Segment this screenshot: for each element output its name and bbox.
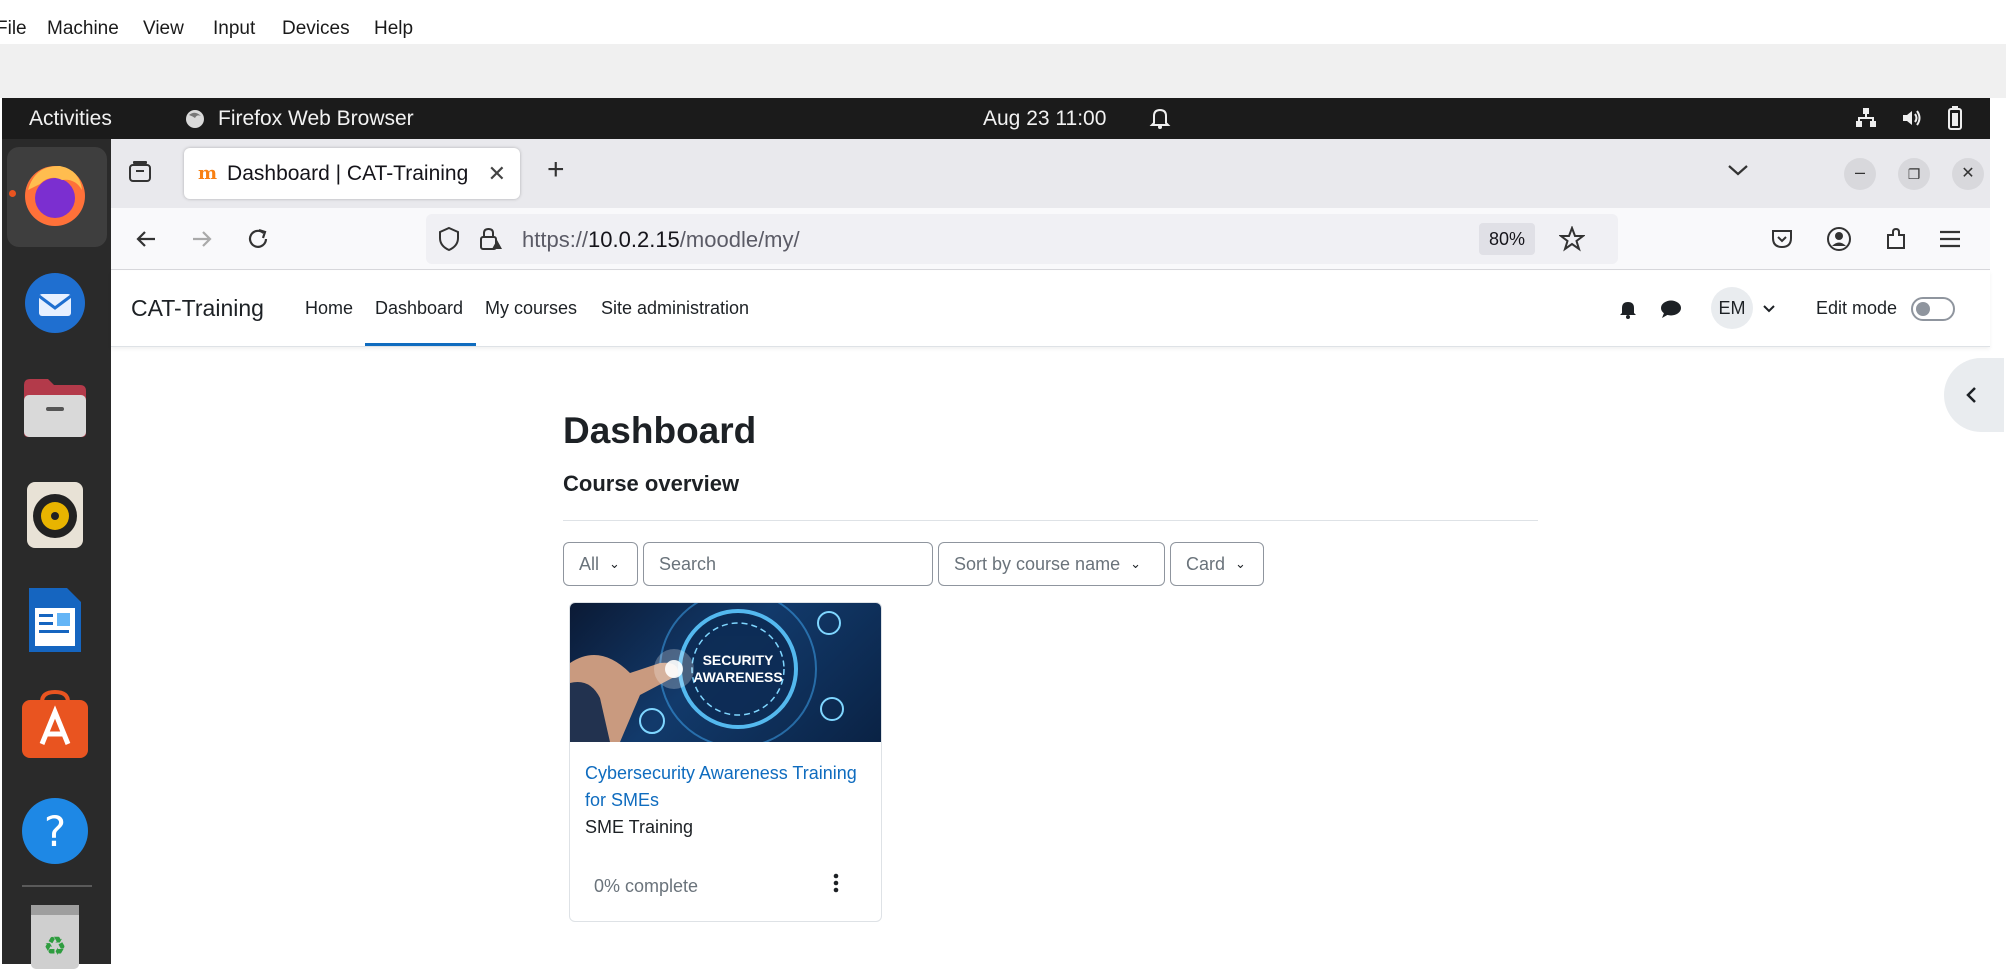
chevron-down-icon: ⌄ xyxy=(1130,556,1141,571)
trash-icon[interactable]: ♻ xyxy=(18,897,92,971)
grouping-dropdown[interactable]: All ⌄ xyxy=(563,542,638,586)
sort-dropdown[interactable]: Sort by course name ⌄ xyxy=(938,542,1165,586)
firefox-small-icon xyxy=(186,110,204,128)
search-input[interactable]: Search xyxy=(643,542,933,586)
hamburger-menu-icon[interactable] xyxy=(1938,228,1962,250)
writer-icon[interactable] xyxy=(18,583,92,657)
dock-separator xyxy=(22,885,92,887)
sort-value: Sort by course name xyxy=(954,553,1121,574)
chevron-left-icon xyxy=(1966,387,1976,403)
edit-mode-label: Edit mode xyxy=(1816,298,1898,318)
back-icon[interactable] xyxy=(134,227,158,251)
view-dropdown[interactable]: Card ⌄ xyxy=(1170,542,1264,586)
browser-tabstrip: m Dashboard | CAT-Training ✕ + – ❐ ✕ xyxy=(111,139,1990,208)
block-drawer-toggle[interactable] xyxy=(1944,358,2004,432)
forward-icon[interactable] xyxy=(190,227,214,251)
system-tray[interactable] xyxy=(1854,106,1964,130)
rhythmbox-icon[interactable] xyxy=(18,478,92,552)
clock[interactable]: Aug 23 11:00 xyxy=(983,107,1106,131)
close-window-icon[interactable]: ✕ xyxy=(1952,158,1984,190)
messages-icon[interactable] xyxy=(1660,299,1682,319)
moodle-navbar: CAT-Training Home Dashboard My courses S… xyxy=(111,271,1990,347)
network-icon xyxy=(1856,108,1876,127)
url-text[interactable]: https://10.0.2.15/moodle/my/ xyxy=(522,227,800,253)
volume-icon xyxy=(1903,110,1921,126)
ubuntu-dock: ? ♻ xyxy=(2,139,111,969)
course-category: SME Training xyxy=(585,817,694,837)
moodle-favicon: m xyxy=(198,163,218,184)
app-name: Firefox Web Browser xyxy=(218,107,414,130)
activities-button[interactable]: Activities xyxy=(29,107,112,131)
active-nav-underline xyxy=(365,343,476,346)
course-progress: 0% complete xyxy=(594,876,699,896)
battery-icon xyxy=(1948,106,1962,130)
thunderbird-icon[interactable] xyxy=(18,266,92,340)
running-dot xyxy=(9,190,16,197)
restore-icon[interactable]: ❐ xyxy=(1898,158,1930,190)
nav-home[interactable]: Home xyxy=(305,298,353,319)
edit-mode-toggle[interactable] xyxy=(1911,297,1955,321)
ubuntu-topbar: Activities Firefox Web Browser Aug 23 11… xyxy=(2,98,1990,139)
tab-close-icon[interactable]: ✕ xyxy=(488,161,506,187)
new-tab-icon[interactable]: + xyxy=(547,153,565,187)
browser-navbar: https://10.0.2.15/moodle/my/ 80% xyxy=(111,208,1990,270)
host-menu-view[interactable]: View xyxy=(143,18,184,40)
image-text-line2: AWARENESS xyxy=(693,669,782,685)
tab-title: Dashboard | CAT-Training xyxy=(227,161,469,185)
nav-my-courses[interactable]: My courses xyxy=(485,298,577,319)
course-name-link[interactable]: Cybersecurity Awareness Training for SME… xyxy=(585,760,875,814)
bookmark-star-icon[interactable] xyxy=(1559,226,1585,252)
course-overview-heading: Course overview xyxy=(563,471,740,496)
account-icon[interactable] xyxy=(1826,226,1852,252)
extensions-icon[interactable] xyxy=(1883,226,1909,252)
user-menu-chevron-icon[interactable] xyxy=(1763,304,1775,313)
firefox-icon[interactable] xyxy=(18,158,92,232)
toggle-knob xyxy=(1916,302,1930,316)
nav-dashboard[interactable]: Dashboard xyxy=(375,298,463,319)
svg-text:?: ? xyxy=(44,807,66,856)
help-icon[interactable]: ? xyxy=(18,794,92,868)
notifications-bell-icon[interactable] xyxy=(1619,299,1637,319)
alarm-bell-icon xyxy=(1149,108,1171,129)
url-host: 10.0.2.15 xyxy=(588,227,680,252)
view-value: Card xyxy=(1186,553,1226,574)
url-bar[interactable]: https://10.0.2.15/moodle/my/ 80% xyxy=(426,214,1618,264)
page-title: Dashboard xyxy=(563,410,757,451)
chevron-down-icon: ⌄ xyxy=(1235,556,1246,571)
host-menu-file[interactable]: File xyxy=(0,18,27,40)
nav-site-administration[interactable]: Site administration xyxy=(601,298,749,319)
host-menu-input[interactable]: Input xyxy=(213,18,255,40)
minimize-icon[interactable]: – xyxy=(1844,158,1876,190)
image-text-line1: SECURITY xyxy=(703,652,774,668)
app-menu[interactable]: Firefox Web Browser xyxy=(184,107,414,131)
search-placeholder: Search xyxy=(659,553,717,574)
host-menu-machine[interactable]: Machine xyxy=(47,18,119,40)
host-menu-help[interactable]: Help xyxy=(374,18,413,40)
app-center-icon[interactable] xyxy=(18,688,92,762)
grouping-value: All xyxy=(579,553,600,574)
files-icon[interactable] xyxy=(18,371,92,445)
user-avatar[interactable]: EM xyxy=(1711,287,1753,329)
divider xyxy=(563,520,1538,521)
kebab-menu-icon[interactable] xyxy=(828,871,844,895)
svg-text:♻: ♻ xyxy=(43,932,66,962)
pocket-icon[interactable] xyxy=(1770,227,1794,251)
shield-icon[interactable] xyxy=(437,226,461,252)
site-brand[interactable]: CAT-Training xyxy=(131,295,264,322)
list-tabs-chevron-icon[interactable] xyxy=(1727,163,1749,177)
host-toolbar-area xyxy=(0,44,2006,98)
url-scheme: https:// xyxy=(522,227,589,252)
tab-dashboard[interactable]: m Dashboard | CAT-Training ✕ xyxy=(184,148,520,199)
lock-warning-icon[interactable] xyxy=(478,226,504,252)
firefox-view-icon[interactable] xyxy=(127,159,153,185)
host-menu-devices[interactable]: Devices xyxy=(282,18,350,40)
course-card[interactable]: SECURITY AWARENESS Cybersecurity Awarene… xyxy=(569,602,882,922)
zoom-level[interactable]: 80% xyxy=(1479,223,1535,255)
url-path: /moodle/my/ xyxy=(679,227,800,252)
reload-icon[interactable] xyxy=(245,226,271,252)
chevron-down-icon: ⌄ xyxy=(609,556,620,571)
course-image[interactable]: SECURITY AWARENESS xyxy=(570,603,881,742)
